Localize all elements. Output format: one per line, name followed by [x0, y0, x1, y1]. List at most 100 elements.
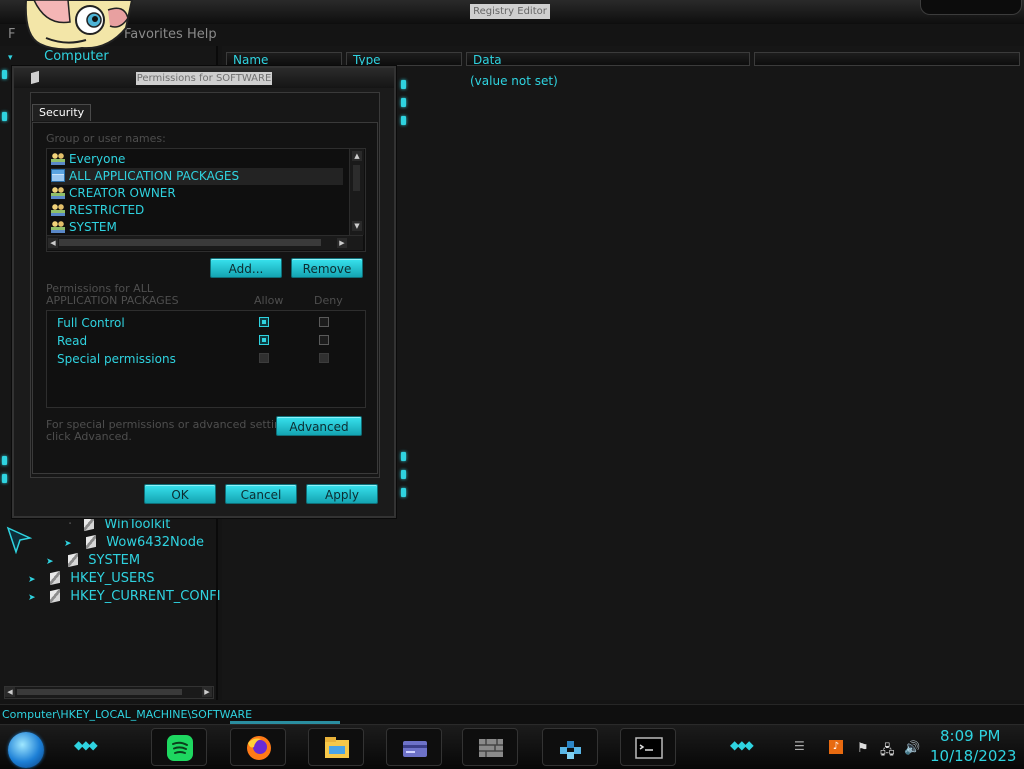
permission-special: Special permissions: [57, 352, 176, 366]
file-explorer-icon: [325, 737, 349, 758]
taskbar-firefox[interactable]: [230, 728, 286, 766]
allow-read-checkbox[interactable]: [259, 335, 269, 345]
tree-horizontal-scrollbar[interactable]: ◀ ▶: [4, 686, 214, 699]
taskbar-firewall[interactable]: [462, 728, 518, 766]
value-data-cell[interactable]: (value not set): [470, 74, 558, 88]
tab-security[interactable]: Security: [32, 104, 92, 121]
column-header-type[interactable]: Type: [346, 52, 462, 67]
expand-arrow-icon[interactable]: ➤: [64, 535, 76, 553]
command-prompt-icon: [635, 737, 663, 759]
status-bar: Computer\HKEY_LOCAL_MACHINE\SOFTWARE: [0, 704, 1024, 725]
window-titlebar[interactable]: Registry Editor: [0, 0, 1024, 25]
firefox-icon: [247, 736, 271, 760]
clock-date[interactable]: 10/18/2023: [930, 747, 1016, 765]
taskbar-command-prompt[interactable]: [620, 728, 676, 766]
list-item-system[interactable]: SYSTEM: [51, 219, 117, 236]
column-header-data[interactable]: Data: [466, 52, 750, 67]
allow-column-label: Allow: [254, 294, 284, 307]
advanced-button[interactable]: Advanced: [276, 416, 362, 436]
group-user-list[interactable]: Everyone ALL APPLICATION PACKAGES CREATO…: [46, 148, 366, 252]
advanced-note-line2: click Advanced.: [46, 430, 132, 443]
list-item-label: SYSTEM: [69, 220, 117, 234]
taskbar-decor-chevrons: ◆◆◆: [74, 738, 98, 752]
remove-button[interactable]: Remove: [291, 258, 363, 278]
start-button[interactable]: [8, 732, 44, 768]
registry-key-icon: [31, 70, 39, 85]
scroll-left-icon[interactable]: ◀: [48, 238, 58, 248]
scroll-down-icon[interactable]: ▼: [352, 221, 362, 231]
taskbar-spotify[interactable]: [151, 728, 207, 766]
list-item-everyone[interactable]: Everyone: [51, 151, 125, 168]
clock-time[interactable]: 8:09 PM: [940, 727, 1000, 745]
scrollbar-thumb[interactable]: [17, 689, 182, 695]
taskbar-registry-editor[interactable]: [542, 728, 598, 766]
taskbar-control-panel[interactable]: [386, 728, 442, 766]
package-icon: [51, 169, 65, 182]
deny-full-control-checkbox[interactable]: [319, 317, 329, 327]
tree-item-label: Wow6432Node: [106, 535, 204, 550]
frame-glow-accent: [401, 470, 406, 479]
deny-column-label: Deny: [314, 294, 343, 307]
expand-arrow-icon[interactable]: ➤: [46, 553, 58, 571]
window-controls-bezel: [920, 0, 1022, 15]
tree-item-hkey-users[interactable]: ➤ HKEY_USERS: [28, 570, 155, 588]
frame-glow-accent: [2, 70, 7, 79]
frame-glow-accent: [2, 474, 7, 483]
tree-item-label: SYSTEM: [88, 553, 141, 568]
folder-icon: [86, 534, 97, 550]
tree-item-system[interactable]: ➤ SYSTEM: [46, 552, 140, 570]
registry-editor-icon: [560, 741, 581, 759]
tree-connector: ·: [68, 517, 73, 532]
tree-item-label: HKEY_USERS: [70, 571, 155, 586]
dialog-titlebar[interactable]: Permissions for SOFTWARE: [14, 68, 394, 88]
permission-read: Read: [57, 334, 88, 348]
scroll-left-icon[interactable]: ◀: [5, 687, 15, 697]
permissions-header-line2: APPLICATION PACKAGES: [46, 294, 179, 307]
menu-file[interactable]: F: [8, 27, 15, 42]
scroll-right-icon[interactable]: ▶: [202, 687, 212, 697]
permissions-list: Full Control Read Special permissions: [46, 310, 366, 408]
allow-special-checkbox: [259, 353, 269, 363]
frame-glow-accent: [401, 80, 406, 89]
scroll-up-icon[interactable]: ▲: [352, 151, 362, 161]
menu-help[interactable]: Help: [187, 27, 217, 42]
taskbar-file-explorer[interactable]: [308, 728, 364, 766]
frame-glow-accent: [401, 116, 406, 125]
list-item-label: CREATOR OWNER: [69, 186, 176, 200]
mascot-logo-icon: [24, 0, 134, 51]
network-icon[interactable]: 🖧: [880, 741, 895, 763]
cursor-arrow-icon: [6, 526, 32, 554]
add-button[interactable]: Add...: [210, 258, 282, 278]
action-center-flag-icon[interactable]: ⚑: [857, 741, 869, 756]
frame-glow-accent: [2, 456, 7, 465]
list-vertical-scrollbar[interactable]: ▲ ▼: [349, 149, 364, 235]
tree-item-wow6432node[interactable]: ➤ Wow6432Node: [64, 534, 204, 552]
allow-full-control-checkbox[interactable]: [259, 317, 269, 327]
frame-glow-accent: [401, 488, 406, 497]
column-header-name[interactable]: Name: [226, 52, 342, 67]
expand-arrow-icon[interactable]: ➤: [28, 589, 40, 607]
list-item-restricted[interactable]: RESTRICTED: [51, 202, 144, 219]
apply-button[interactable]: Apply: [306, 484, 378, 504]
ok-button[interactable]: OK: [144, 484, 216, 504]
tree-item-wintoolkit[interactable]: · WinToolkit: [68, 516, 170, 534]
deny-special-checkbox: [319, 353, 329, 363]
users-icon: [51, 187, 65, 199]
language-tray-icon[interactable]: ♪: [829, 740, 843, 754]
volume-icon[interactable]: 🔊: [904, 741, 920, 756]
list-horizontal-scrollbar[interactable]: ◀ ▶: [47, 235, 363, 250]
list-item-creator-owner[interactable]: CREATOR OWNER: [51, 185, 176, 202]
expand-arrow-icon[interactable]: ➤: [28, 571, 40, 589]
group-list-label: Group or user names:: [46, 132, 166, 145]
cancel-button[interactable]: Cancel: [225, 484, 297, 504]
users-icon: [51, 153, 65, 165]
scrollbar-thumb[interactable]: [59, 239, 321, 246]
list-item-all-application-packages[interactable]: ALL APPLICATION PACKAGES: [51, 168, 343, 185]
show-hidden-icons-icon[interactable]: ☰: [794, 739, 805, 753]
scrollbar-thumb[interactable]: [353, 165, 360, 191]
list-item-label: Everyone: [69, 152, 126, 166]
deny-read-checkbox[interactable]: [319, 335, 329, 345]
tree-item-hkey-current-config[interactable]: ➤ HKEY_CURRENT_CONFI: [28, 588, 221, 606]
scroll-right-icon[interactable]: ▶: [337, 238, 347, 248]
menu-bar: F Favorites Help: [0, 24, 1024, 46]
